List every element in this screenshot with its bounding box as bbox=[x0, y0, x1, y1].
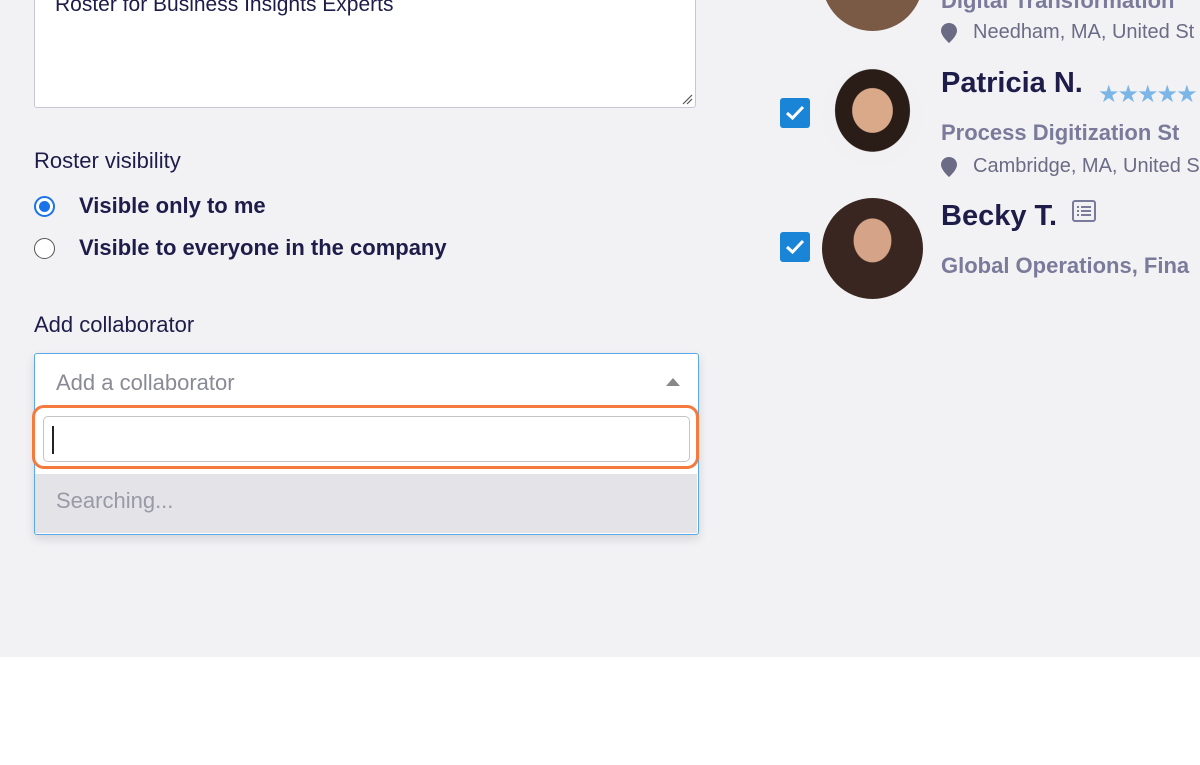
location-pin-icon bbox=[941, 156, 957, 177]
roster-name-textarea[interactable]: Roster for Business Insights Experts bbox=[34, 0, 696, 108]
person-location: Cambridge, MA, United S bbox=[941, 155, 1200, 178]
person-subtitle: Process Digitization St bbox=[941, 120, 1180, 145]
collaborator-select-placeholder: Add a collaborator bbox=[56, 370, 235, 395]
avatar bbox=[822, 0, 923, 31]
visibility-option-company[interactable]: Visible to everyone in the company bbox=[34, 235, 447, 261]
caret-up-icon[interactable] bbox=[666, 378, 680, 386]
avatar bbox=[822, 65, 923, 166]
text-cursor bbox=[52, 426, 54, 454]
roster-form-panel: Roster for Business Insights Experts Ros… bbox=[0, 0, 1200, 657]
person-subtitle: Digital Transformation bbox=[941, 0, 1175, 13]
person-checkbox[interactable] bbox=[780, 232, 810, 262]
visibility-option-private[interactable]: Visible only to me bbox=[34, 193, 266, 219]
collaborator-search-input[interactable] bbox=[43, 416, 690, 462]
resize-grip-icon[interactable] bbox=[681, 93, 693, 105]
searching-status: Searching... bbox=[35, 474, 697, 533]
visibility-option-label: Visible to everyone in the company bbox=[79, 235, 447, 260]
avatar bbox=[822, 198, 923, 299]
person-name: Becky T. bbox=[941, 200, 1058, 232]
checkmark-icon bbox=[785, 105, 805, 121]
notes-icon[interactable] bbox=[1072, 200, 1096, 222]
person-checkbox[interactable] bbox=[780, 98, 810, 128]
person-location: Needham, MA, United St bbox=[941, 21, 1194, 44]
person-subtitle: Global Operations, Fina bbox=[941, 253, 1190, 278]
radio-unselected[interactable] bbox=[34, 237, 55, 259]
rating-stars: ★★★★★ bbox=[1098, 81, 1198, 108]
visibility-label: Roster visibility bbox=[34, 148, 181, 173]
collaborator-select[interactable]: Add a collaborator Searching... bbox=[32, 353, 699, 535]
checkmark-icon bbox=[785, 239, 805, 255]
person-name: Patricia N. bbox=[941, 67, 1083, 99]
roster-name-text: Roster for Business Insights Experts bbox=[55, 0, 394, 16]
radio-selected[interactable] bbox=[34, 195, 55, 217]
visibility-option-label: Visible only to me bbox=[79, 193, 266, 218]
person-location-text: Cambridge, MA, United S bbox=[973, 155, 1200, 177]
person-location-text: Needham, MA, United St bbox=[973, 21, 1195, 43]
collaborator-label: Add collaborator bbox=[34, 312, 195, 337]
location-pin-icon bbox=[941, 22, 957, 43]
